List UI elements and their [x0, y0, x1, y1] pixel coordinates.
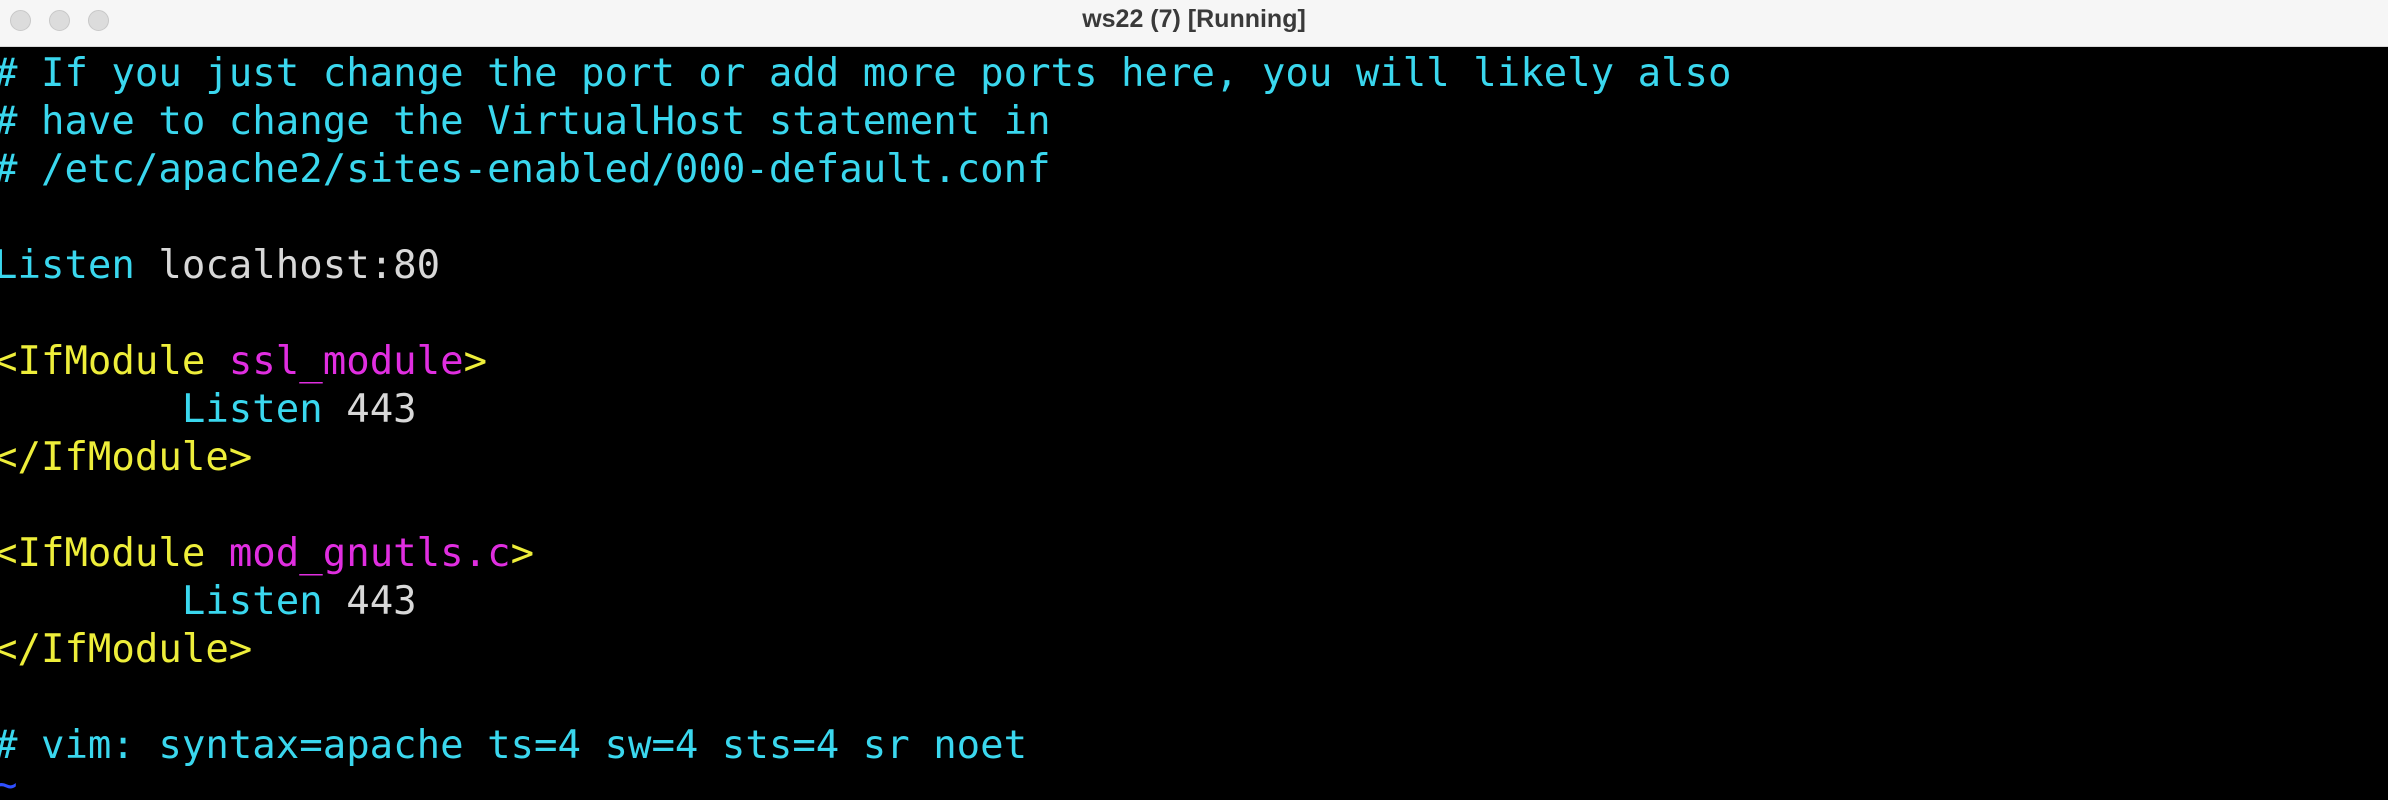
comment-line-2: # have to change the VirtualHost stateme…: [0, 99, 1051, 144]
title-bar[interactable]: ws22 (7) [Running]: [0, 0, 2388, 47]
ifmodule-open-tag-end: >: [510, 531, 535, 576]
window-title: ws22 (7) [Running]: [1082, 5, 1306, 33]
ssl-listen-line: Listen 443: [0, 386, 417, 434]
gnutls-listen-line: Listen 443: [0, 578, 417, 626]
listen-keyword: Listen: [0, 243, 135, 288]
ifmodule-gnutls-close-line: </IfModule>: [0, 627, 253, 672]
listen-keyword: Listen: [181, 387, 323, 432]
module-name: ssl_module: [228, 339, 464, 384]
listen-directive-line: Listen localhost:80: [0, 242, 440, 290]
listen-value: localhost:80: [134, 243, 441, 288]
module-name: mod_gnutls.c: [228, 531, 511, 576]
comment-line-3: # /etc/apache2/sites-enabled/000-default…: [0, 147, 1051, 192]
vim-editor[interactable]: # If you just change the port or add mor…: [0, 47, 2388, 800]
ifmodule-ssl-close-line: </IfModule>: [0, 435, 253, 480]
ifmodule-open-tag-end: >: [463, 339, 488, 384]
ifmodule-open-tag: <IfModule: [0, 531, 229, 576]
ifmodule-gnutls-open-line: <IfModule mod_gnutls.c>: [0, 530, 534, 578]
comment-line-1: # If you just change the port or add mor…: [0, 51, 1732, 96]
empty-line-tilde: ~: [0, 763, 18, 800]
listen-port: 443: [322, 387, 417, 432]
listen-keyword: Listen: [181, 579, 323, 624]
vim-modeline: # vim: syntax=apache ts=4 sw=4 sts=4 sr …: [0, 723, 1028, 768]
ifmodule-ssl-open-line: <IfModule ssl_module>: [0, 338, 487, 386]
listen-port: 443: [322, 579, 417, 624]
vm-window: ws22 (7) [Running] # If you just change …: [0, 0, 2388, 800]
ifmodule-open-tag: <IfModule: [0, 339, 229, 384]
